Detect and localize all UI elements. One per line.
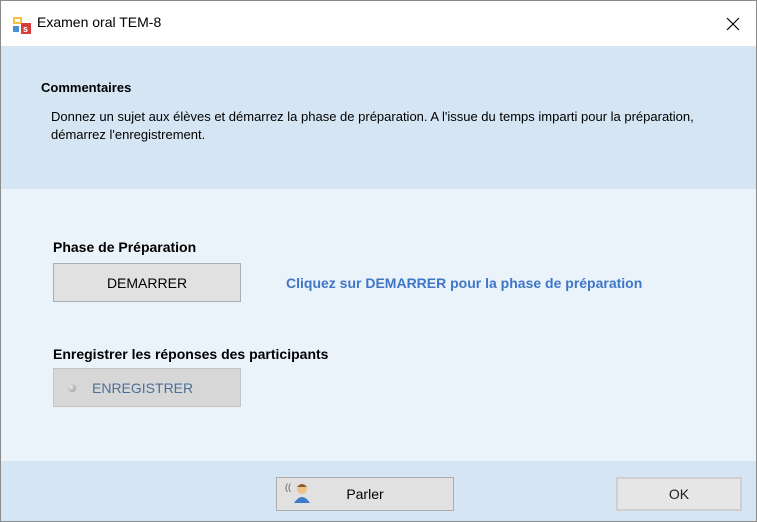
- footer-bar: (( Parler OK: [1, 461, 756, 521]
- preparation-label: Phase de Préparation: [53, 239, 197, 255]
- recording-label: Enregistrer les réponses des participant…: [53, 346, 329, 362]
- start-button[interactable]: DEMARRER: [53, 263, 241, 302]
- dialog-window: s Examen oral TEM-8 Commentaires Donnez …: [0, 0, 757, 522]
- svg-text:((: ((: [285, 482, 291, 492]
- preparation-hint: Cliquez sur DEMARRER pour la phase de pr…: [286, 275, 643, 291]
- talk-button[interactable]: (( Parler: [276, 477, 454, 511]
- title-bar: s Examen oral TEM-8: [1, 1, 756, 46]
- record-button-label: ENREGISTRER: [92, 379, 194, 396]
- app-icon: s: [13, 16, 31, 34]
- window-title: Examen oral TEM-8: [37, 14, 162, 30]
- speaking-person-icon: ((: [285, 481, 313, 505]
- record-indicator-icon: [68, 383, 76, 392]
- comments-title: Commentaires: [41, 80, 132, 95]
- comments-text: Donnez un sujet aux élèves et démarrez l…: [51, 109, 694, 142]
- close-button[interactable]: [710, 1, 756, 46]
- record-button[interactable]: ENREGISTRER: [53, 368, 241, 407]
- talk-button-label: Parler: [346, 486, 384, 502]
- svg-text:s: s: [23, 24, 28, 34]
- main-panel: Phase de Préparation DEMARRER Cliquez su…: [1, 189, 756, 461]
- close-icon: [726, 17, 740, 30]
- ok-button[interactable]: OK: [616, 477, 742, 511]
- comments-panel: Commentaires Donnez un sujet aux élèves …: [1, 46, 756, 189]
